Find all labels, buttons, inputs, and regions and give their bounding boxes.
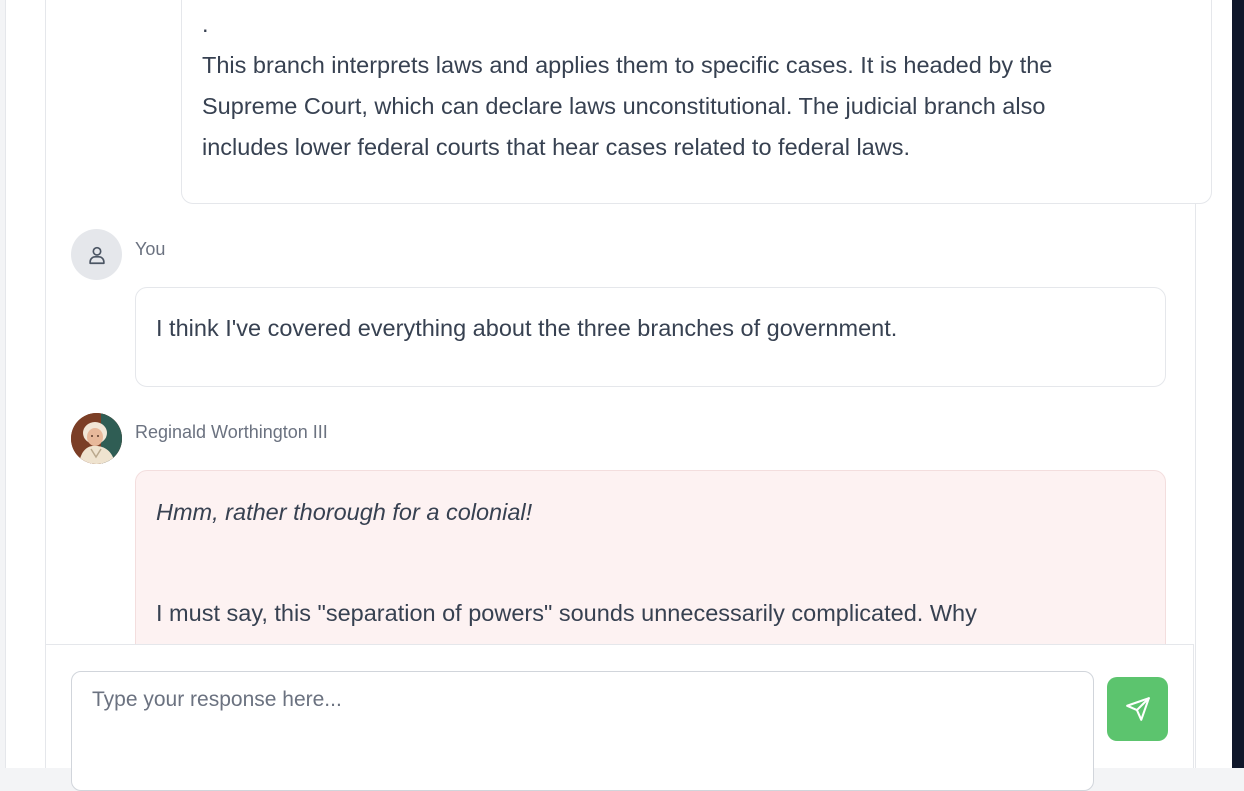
message-emphasis: Hmm, rather thorough for a colonial! xyxy=(156,499,533,525)
user-avatar xyxy=(71,229,122,280)
message-text: I think I've covered everything about th… xyxy=(156,315,898,341)
sender-name: Reginald Worthington III xyxy=(135,422,328,442)
message-bubble-user: I think I've covered everything about th… xyxy=(135,287,1166,387)
right-edge-bar xyxy=(1232,0,1244,768)
message-line: . xyxy=(202,11,209,37)
send-icon xyxy=(1125,697,1150,721)
user-icon xyxy=(88,246,105,264)
message-text: I must say, this "separation of powers" … xyxy=(156,600,977,626)
sender-name: You xyxy=(135,239,166,259)
response-input[interactable] xyxy=(71,671,1094,791)
send-button[interactable] xyxy=(1107,677,1168,741)
message-bubble-bot: Hmm, rather thorough for a colonial! I m… xyxy=(135,470,1166,670)
message-line: Supreme Court, which can declare laws un… xyxy=(202,93,1046,119)
message-line: includes lower federal courts that hear … xyxy=(202,134,910,160)
message-line: This branch interprets laws and applies … xyxy=(202,52,1053,78)
bot-avatar xyxy=(71,413,122,464)
portrait-avatar xyxy=(71,413,122,464)
message-bubble-bot: . This branch interprets laws and applie… xyxy=(181,0,1212,204)
composer xyxy=(45,644,1194,791)
